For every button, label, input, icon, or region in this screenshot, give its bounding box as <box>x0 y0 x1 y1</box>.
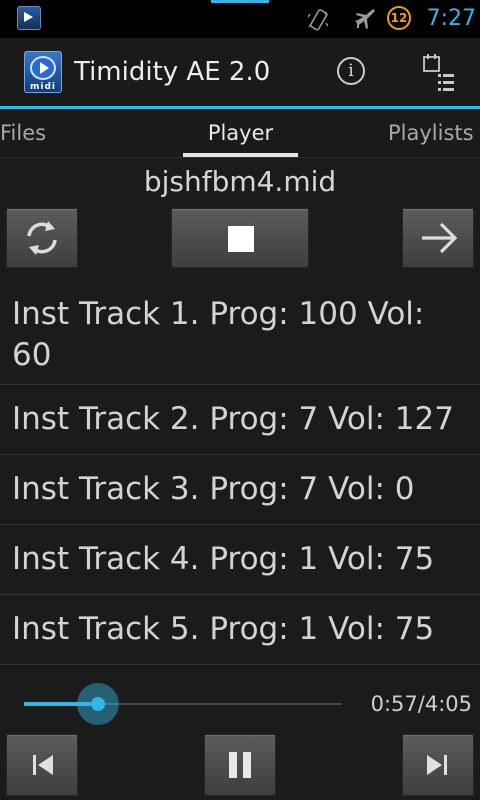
stop-icon <box>228 226 254 252</box>
tab-playlists[interactable]: Playlists <box>388 109 474 157</box>
repeat-button[interactable] <box>6 208 78 268</box>
track-list: Inst Track 1. Prog: 100 Vol: 60 Inst Tra… <box>0 285 480 665</box>
repeat-icon <box>27 221 57 255</box>
previous-icon <box>33 755 53 775</box>
info-icon[interactable]: i <box>337 57 365 85</box>
track-item[interactable]: Inst Track 4. Prog: 1 Vol: 75 <box>0 525 480 595</box>
airplane-icon <box>355 9 375 29</box>
action-bar: midi Timidity AE 2.0 i <box>0 38 480 106</box>
seek-thumb[interactable] <box>77 683 119 725</box>
track-item[interactable]: Inst Track 2. Prog: 7 Vol: 127 <box>0 385 480 455</box>
arrow-right-icon <box>422 222 458 254</box>
seek-bar[interactable] <box>24 702 342 706</box>
next-icon <box>427 755 447 775</box>
notification-badge: 12 <box>387 6 411 30</box>
track-item[interactable]: Inst Track 5. Prog: 1 Vol: 75 <box>0 595 480 665</box>
next-file-button[interactable] <box>402 208 474 268</box>
tab-selected-indicator <box>183 153 298 157</box>
app-icon-label: midi <box>30 82 56 92</box>
previous-button[interactable] <box>6 734 78 796</box>
pause-icon <box>229 752 251 778</box>
vibrate-icon <box>308 9 328 31</box>
track-item[interactable]: Inst Track 3. Prog: 7 Vol: 0 <box>0 455 480 525</box>
stop-button[interactable] <box>171 208 309 268</box>
status-bar: 12 7:27 <box>0 0 480 38</box>
status-clock: 7:27 <box>426 6 476 31</box>
overflow-menu-icon[interactable] <box>422 54 456 94</box>
app-title: Timidity AE 2.0 <box>74 57 271 87</box>
play-logo-icon <box>30 56 56 80</box>
app-icon[interactable]: midi <box>24 51 62 93</box>
tab-bar: Files Player Playlists <box>0 109 480 158</box>
tab-player[interactable]: Player <box>183 109 298 157</box>
song-title: bjshfbm4.mid <box>143 165 337 198</box>
status-bar-indicator <box>211 0 269 3</box>
track-item[interactable]: Inst Track 1. Prog: 100 Vol: 60 <box>0 285 480 385</box>
next-button[interactable] <box>402 734 474 796</box>
tab-files[interactable]: Files <box>0 109 46 157</box>
pause-button[interactable] <box>204 734 276 796</box>
playback-time: 0:57/4:05 <box>370 692 472 716</box>
notification-app-icon <box>17 6 41 30</box>
